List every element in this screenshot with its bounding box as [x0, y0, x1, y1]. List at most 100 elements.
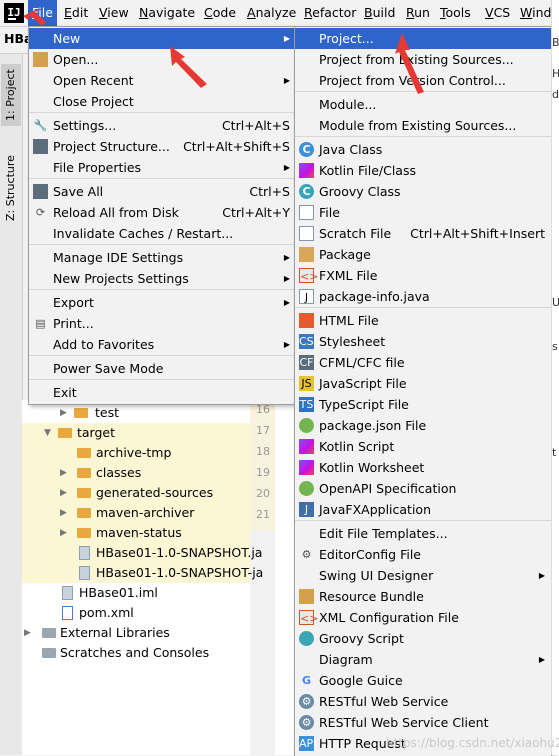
new-menu-item-swing-ui-designer[interactable]: Swing UI Designer ▶	[295, 565, 551, 586]
javascript-icon: JS	[299, 376, 314, 391]
file-menu-item-project-structure[interactable]: Project Structure... Ctrl+Alt+Shift+S	[29, 136, 296, 157]
new-menu-item-editorconfig-file[interactable]: ⚙ EditorConfig File	[295, 544, 551, 565]
file-menu-item-open-recent[interactable]: Open Recent ▶	[29, 70, 296, 91]
new-menu-item-restful-web-service-client[interactable]: ⚙ RESTful Web Service Client	[295, 712, 551, 733]
tree-item-target[interactable]: ▼ target	[22, 423, 250, 443]
new-menu-item-module-from-existing-sources[interactable]: Module from Existing Sources...	[295, 115, 551, 136]
new-menu-item-google-guice[interactable]: G Google Guice	[295, 670, 551, 691]
file-menu-item-file-properties[interactable]: File Properties ▶	[29, 157, 296, 178]
new-menu-item-resource-bundle[interactable]: Resource Bundle	[295, 586, 551, 607]
new-menu-item-module[interactable]: Module...	[295, 94, 551, 115]
tree-item-hbase01-1-0-snapshot-ja[interactable]: HBase01-1.0-SNAPSHOT.ja	[22, 543, 262, 563]
chevron-right-icon[interactable]: ▶	[60, 403, 67, 423]
menu-run[interactable]: Run	[402, 0, 434, 26]
chevron-right-icon[interactable]: ▶	[60, 463, 67, 483]
tree-item-maven-status[interactable]: ▶ maven-status	[22, 523, 250, 543]
package-json-icon	[299, 418, 314, 433]
new-menu-item-html-file[interactable]: HTML File	[295, 310, 551, 331]
menu-item-label: FXML File	[319, 268, 378, 283]
file-menu-item-power-save-mode[interactable]: Power Save Mode	[29, 358, 296, 379]
new-menu-item-restful-web-service[interactable]: ⚙ RESTful Web Service	[295, 691, 551, 712]
tree-item-external-libraries[interactable]: ▶ External Libraries	[22, 623, 250, 643]
file-menu-item-new[interactable]: New ▶	[29, 28, 296, 49]
tree-item-hbase01-1-0-snapshot-ja[interactable]: HBase01-1.0-SNAPSHOT-ja	[22, 563, 263, 583]
submenu-arrow-icon: ▶	[283, 163, 290, 172]
tab-structure[interactable]: Z: Structure	[1, 146, 21, 230]
tree-item-maven-archiver[interactable]: ▶ maven-archiver	[22, 503, 250, 523]
file-menu-item-settings[interactable]: 🔧 Settings... Ctrl+Alt+S	[29, 115, 296, 136]
menu-code[interactable]: Code	[200, 0, 240, 26]
new-menu-item-xml-configuration-file[interactable]: <> XML Configuration File	[295, 607, 551, 628]
file-menu-item-export[interactable]: Export ▶	[29, 292, 296, 313]
menu-navigate[interactable]: Navigate	[135, 0, 199, 26]
new-menu-item-kotlin-worksheet[interactable]: Kotlin Worksheet	[295, 457, 551, 478]
new-menu-item-stylesheet[interactable]: CSS Stylesheet	[295, 331, 551, 352]
chevron-right-icon[interactable]: ▶	[24, 623, 31, 643]
chevron-right-icon[interactable]: ▶	[60, 523, 67, 543]
new-menu-item-file[interactable]: File	[295, 202, 551, 223]
new-menu-item-cfml-cfc-file[interactable]: CF CFML/CFC file	[295, 352, 551, 373]
tree-item-generated-sources[interactable]: ▶ generated-sources	[22, 483, 250, 503]
menu-refactor[interactable]: Refactor	[300, 0, 360, 26]
new-menu-item-groovy-class[interactable]: C Groovy Class	[295, 181, 551, 202]
folder-icon	[74, 408, 88, 418]
editor-edge-text: H	[552, 67, 559, 80]
new-menu-item-javascript-file[interactable]: JS JavaScript File	[295, 373, 551, 394]
new-menu-item-package-info-java[interactable]: Jpackage-info.java	[295, 286, 551, 307]
tree-item-pom-xml[interactable]: pom.xml	[22, 603, 250, 623]
chevron-right-icon[interactable]: ▶	[60, 503, 67, 523]
file-menu-item-open[interactable]: Open...	[29, 49, 296, 70]
chevron-down-icon[interactable]: ▼	[44, 423, 51, 443]
menu-item-label: Export	[53, 295, 94, 310]
menu-separator	[29, 355, 296, 356]
file-menu-item-exit[interactable]: Exit	[29, 382, 296, 403]
menu-analyze[interactable]: Analyze	[243, 0, 300, 26]
tree-item-label: HBase01.iml	[79, 585, 158, 600]
new-menu-item-diagram[interactable]: Diagram ▶	[295, 649, 551, 670]
file-menu-item-close-project[interactable]: Close Project	[29, 91, 296, 112]
new-menu-item-openapi-specification[interactable]: OpenAPI Specification	[295, 478, 551, 499]
menu-edit[interactable]: Edit	[60, 0, 92, 26]
file-menu-item-save-all[interactable]: Save All Ctrl+S	[29, 181, 296, 202]
new-menu-item-kotlin-script[interactable]: Kotlin Script	[295, 436, 551, 457]
file-menu-item-reload-all-from-disk[interactable]: ⟳ Reload All from Disk Ctrl+Alt+Y	[29, 202, 296, 223]
css-icon: CSS	[299, 334, 321, 349]
tree-item-hbase01-iml[interactable]: HBase01.iml	[22, 583, 250, 603]
file-menu-item-print[interactable]: ▤ Print...	[29, 313, 296, 334]
file-menu-item-add-to-favorites[interactable]: Add to Favorites ▶	[29, 334, 296, 355]
new-menu-item-scratch-file[interactable]: Scratch File Ctrl+Alt+Shift+Insert	[295, 223, 551, 244]
tree-item-classes[interactable]: ▶ classes	[22, 463, 250, 483]
new-menu-item-fxml-file[interactable]: <> FXML File	[295, 265, 551, 286]
new-menu-item-project[interactable]: Project...	[295, 28, 551, 49]
chevron-right-icon[interactable]: ▶	[60, 483, 67, 503]
new-menu-item-project-from-version-control[interactable]: Project from Version Control...	[295, 70, 551, 91]
tree-item-archive-tmp[interactable]: archive-tmp	[22, 443, 250, 463]
folder-icon	[77, 488, 91, 498]
new-menu-item-groovy-script[interactable]: Groovy Script	[295, 628, 551, 649]
tree-item-label: HBase01-1.0-SNAPSHOT-ja	[96, 565, 264, 580]
folder-icon	[77, 508, 91, 518]
new-menu-item-package[interactable]: Package	[295, 244, 551, 265]
new-menu-item-edit-file-templates[interactable]: Edit File Templates...	[295, 523, 551, 544]
submenu-arrow-icon: ▶	[538, 655, 545, 664]
new-menu-item-package-json-file[interactable]: package.json File	[295, 415, 551, 436]
menu-view[interactable]: View	[95, 0, 133, 26]
new-menu-item-javafxapplication[interactable]: J JavaFXApplication	[295, 499, 551, 520]
tab-project[interactable]: 1: Project	[1, 64, 21, 126]
new-menu-item-java-class[interactable]: C Java Class	[295, 139, 551, 160]
new-menu-item-kotlin-file-class[interactable]: Kotlin File/Class	[295, 160, 551, 181]
file-menu-item-invalidate-caches-restart[interactable]: Invalidate Caches / Restart...	[29, 223, 296, 244]
java-class-icon: C	[299, 142, 314, 157]
tree-item-test[interactable]: ▶ test	[22, 403, 250, 423]
menu-vcs[interactable]: VCS	[481, 0, 514, 26]
file-menu-item-manage-ide-settings[interactable]: Manage IDE Settings ▶	[29, 247, 296, 268]
editor-edge-text: U	[552, 296, 559, 309]
menu-item-label: Invalidate Caches / Restart...	[53, 226, 234, 241]
menu-tools[interactable]: Tools	[436, 0, 475, 26]
menu-build[interactable]: Build	[360, 0, 399, 26]
tree-item-scratches-and-consoles[interactable]: Scratches and Consoles	[22, 643, 250, 663]
file-menu-item-new-projects-settings[interactable]: New Projects Settings ▶	[29, 268, 296, 289]
menu-file[interactable]: File	[28, 0, 57, 26]
new-menu-item-typescript-file[interactable]: TS TypeScript File	[295, 394, 551, 415]
new-menu-item-project-from-existing-sources[interactable]: Project from Existing Sources...	[295, 49, 551, 70]
